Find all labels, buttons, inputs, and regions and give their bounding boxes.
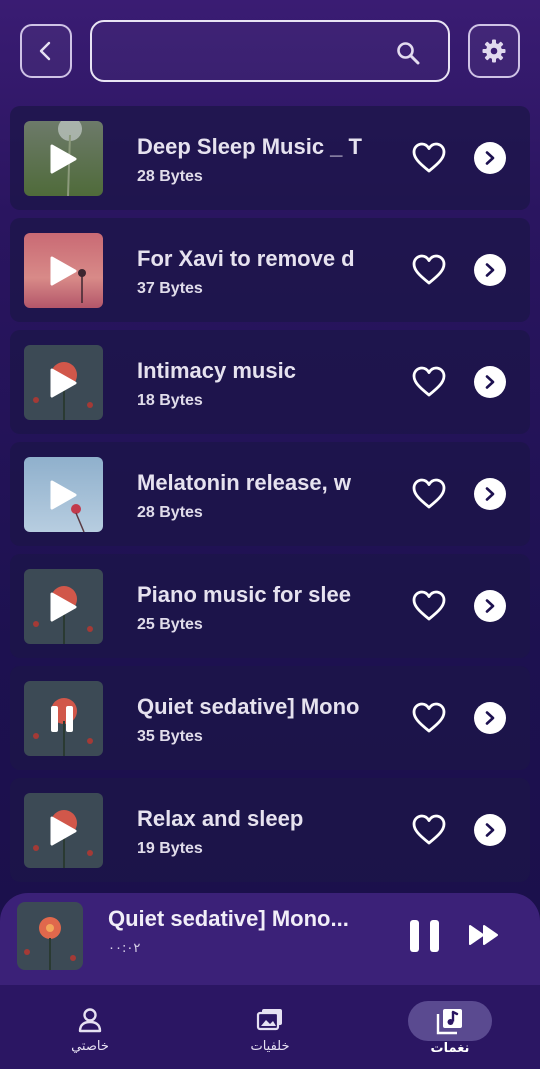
track-size: 19 Bytes	[137, 840, 203, 857]
pause-icon[interactable]	[48, 704, 78, 734]
track-row[interactable]: Relax and sleep 19 Bytes	[10, 778, 530, 882]
tab-tones[interactable]: نغمات	[405, 1007, 495, 1056]
heart-icon[interactable]	[412, 366, 446, 398]
open-track-button[interactable]	[474, 254, 506, 286]
person-icon	[78, 1008, 102, 1033]
open-track-button[interactable]	[474, 478, 506, 510]
search-icon[interactable]	[396, 41, 420, 65]
track-thumbnail[interactable]	[24, 569, 103, 644]
track-row[interactable]: Quiet sedative] Mono 35 Bytes	[10, 666, 530, 770]
now-playing-title: Quiet sedative] Mono...	[108, 906, 349, 931]
search-box[interactable]	[90, 20, 450, 82]
open-track-button[interactable]	[474, 814, 506, 846]
track-title: Intimacy music	[137, 358, 296, 383]
play-icon[interactable]	[48, 144, 78, 174]
track-title: Melatonin release, w	[137, 470, 351, 495]
search-input[interactable]	[106, 34, 386, 70]
play-icon[interactable]	[48, 256, 78, 286]
open-track-button[interactable]	[474, 590, 506, 622]
heart-icon[interactable]	[412, 478, 446, 510]
track-thumbnail[interactable]	[24, 233, 103, 308]
tab-wallpapers[interactable]: خلفيات	[225, 1007, 315, 1054]
track-size: 37 Bytes	[137, 280, 203, 297]
bottom-nav: خاصتي خلفيات نغمات	[0, 985, 540, 1069]
play-icon[interactable]	[48, 368, 78, 398]
play-icon[interactable]	[48, 816, 78, 846]
heart-icon[interactable]	[412, 702, 446, 734]
gallery-icon	[256, 1009, 282, 1031]
tab-profile-label: خاصتي	[71, 1039, 109, 1054]
track-thumbnail[interactable]	[24, 121, 103, 196]
track-thumbnail[interactable]	[24, 457, 103, 532]
open-track-button[interactable]	[474, 366, 506, 398]
track-row[interactable]: Piano music for slee 25 Bytes	[10, 554, 530, 658]
heart-icon[interactable]	[412, 142, 446, 174]
red-flower-image	[17, 902, 83, 970]
pause-icon[interactable]	[408, 919, 442, 953]
track-size: 28 Bytes	[137, 168, 203, 185]
track-thumbnail[interactable]	[24, 793, 103, 868]
track-title: For Xavi to remove d	[137, 246, 355, 271]
track-title: Piano music for slee	[137, 582, 351, 607]
track-title: Relax and sleep	[137, 806, 304, 831]
now-playing-artwork[interactable]	[17, 902, 83, 970]
track-thumbnail[interactable]	[24, 345, 103, 420]
open-track-button[interactable]	[474, 702, 506, 734]
track-size: 25 Bytes	[137, 616, 203, 633]
tab-tones-label: نغمات	[430, 1041, 470, 1056]
track-size: 18 Bytes	[137, 392, 203, 409]
heart-icon[interactable]	[412, 814, 446, 846]
track-row[interactable]: Deep Sleep Music _ T 28 Bytes	[10, 106, 530, 210]
back-button[interactable]	[20, 24, 72, 78]
gear-icon	[482, 39, 506, 63]
chevron-right-icon	[485, 487, 495, 501]
play-icon[interactable]	[48, 592, 78, 622]
chevron-right-icon	[485, 599, 495, 613]
track-title: Quiet sedative] Mono	[137, 694, 360, 719]
tab-profile[interactable]: خاصتي	[45, 1007, 135, 1054]
chevron-left-icon	[39, 41, 51, 61]
open-track-button[interactable]	[474, 142, 506, 174]
chevron-right-icon	[485, 263, 495, 277]
track-row[interactable]: Melatonin release, w 28 Bytes	[10, 442, 530, 546]
track-row[interactable]: Intimacy music 18 Bytes	[10, 330, 530, 434]
play-icon[interactable]	[48, 480, 78, 510]
now-playing-time: ۰۰:۰۲	[108, 941, 141, 956]
chevron-right-icon	[485, 823, 495, 837]
track-size: 28 Bytes	[137, 504, 203, 521]
settings-button[interactable]	[468, 24, 520, 78]
mini-player[interactable]: Quiet sedative] Mono... ۰۰:۰۲	[0, 893, 540, 985]
chevron-right-icon	[485, 151, 495, 165]
track-thumbnail[interactable]	[24, 681, 103, 756]
chevron-right-icon	[485, 711, 495, 725]
track-row[interactable]: For Xavi to remove d 37 Bytes	[10, 218, 530, 322]
music-library-icon	[436, 1009, 462, 1035]
top-bar	[20, 20, 520, 82]
track-title: Deep Sleep Music _ T	[137, 134, 362, 159]
heart-icon[interactable]	[412, 254, 446, 286]
fast-forward-icon[interactable]	[468, 923, 500, 947]
tab-wallpapers-label: خلفيات	[250, 1039, 290, 1054]
chevron-right-icon	[485, 375, 495, 389]
track-size: 35 Bytes	[137, 728, 203, 745]
heart-icon[interactable]	[412, 590, 446, 622]
